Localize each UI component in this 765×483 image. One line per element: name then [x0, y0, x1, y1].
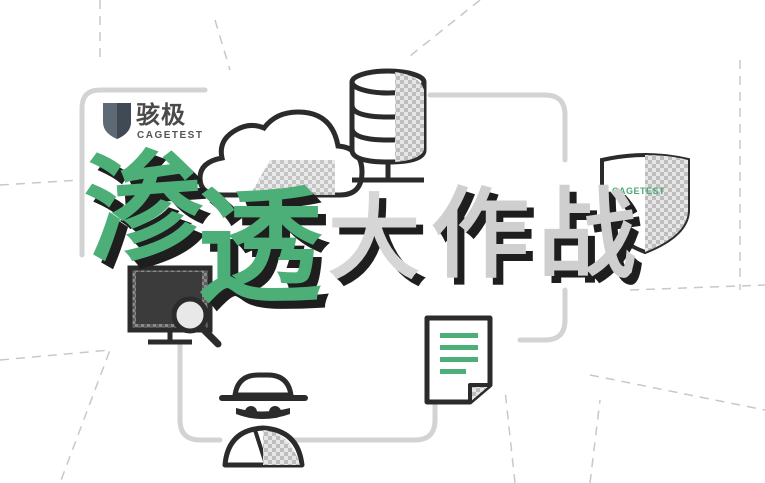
spy-icon [219, 372, 308, 468]
poster: 骇极 CAGETEST CAGETEST 渗 透 大 作 战 渗 透 大 作 战 [0, 0, 765, 483]
title-char-5: 战 [538, 178, 637, 292]
title-char-1: 渗 [80, 135, 208, 281]
title-char-4: 作 [431, 178, 530, 292]
poster-title: 渗 透 大 作 战 渗 透 大 作 战 [80, 135, 685, 345]
title-char-2: 透 [197, 175, 322, 320]
brand-name-cn: 骇极 [136, 101, 186, 129]
title-char-3: 大 [328, 185, 421, 292]
